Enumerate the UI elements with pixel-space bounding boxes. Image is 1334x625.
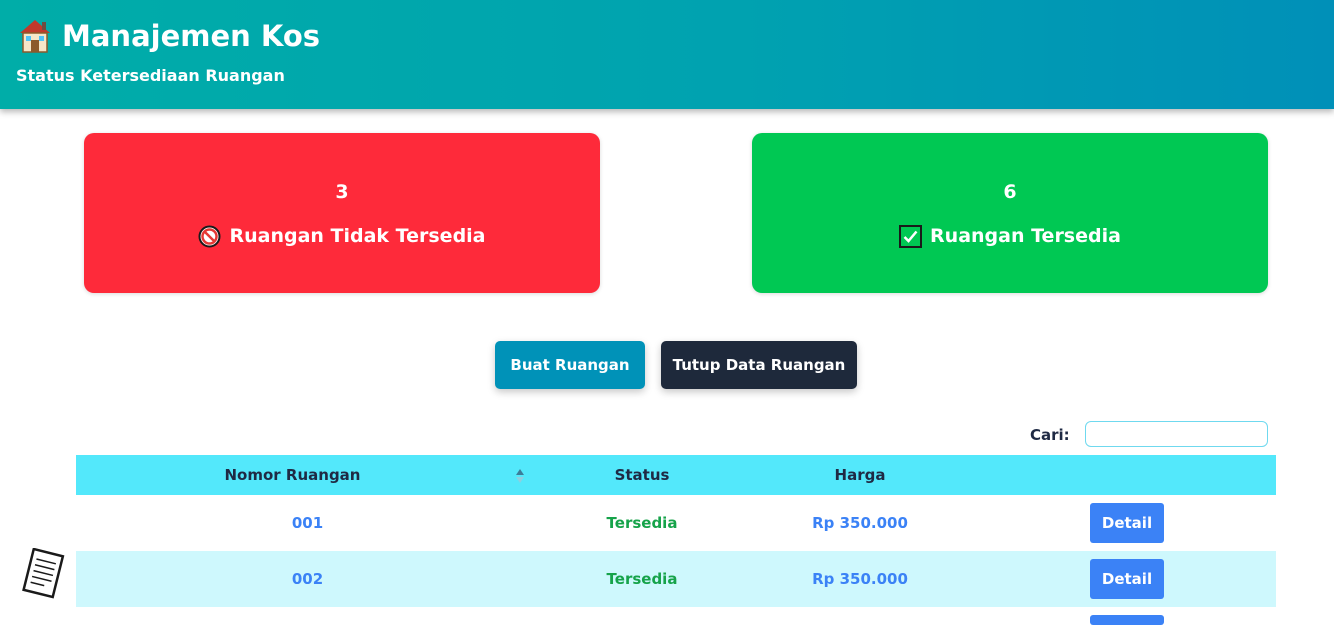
house-icon [20, 20, 50, 53]
search-label: Cari: [1030, 426, 1070, 444]
detail-button-partial[interactable] [1090, 615, 1164, 625]
column-header-nomor[interactable]: Nomor Ruangan [180, 455, 405, 495]
table-header: Nomor Ruangan Status Harga [76, 455, 1276, 495]
room-status: Tersedia [606, 570, 678, 588]
room-number: 001 [291, 514, 324, 532]
table-row: 001 Tersedia Rp 350.000 Detail [76, 495, 1276, 551]
sort-icon[interactable] [515, 467, 525, 485]
unavailable-label: Ruangan Tidak Tersedia [229, 225, 486, 247]
table-row: 002 Tersedia Rp 350.000 Detail [76, 551, 1276, 607]
unavailable-label-row: Ruangan Tidak Tersedia [84, 224, 600, 248]
search-input[interactable] [1085, 421, 1268, 447]
room-price: Rp 350.000 [812, 514, 908, 532]
column-header-status[interactable]: Status [572, 455, 712, 495]
detail-button[interactable]: Detail [1090, 503, 1164, 543]
available-count: 6 [1003, 181, 1017, 203]
available-label-row: Ruangan Tersedia [752, 224, 1268, 248]
page-title: Manajemen Kos [62, 19, 321, 53]
room-number: 002 [291, 570, 324, 588]
detail-button[interactable]: Detail [1090, 559, 1164, 599]
room-price: Rp 350.000 [812, 570, 908, 588]
no-entry-icon [198, 225, 221, 247]
page-subtitle: Status Ketersediaan Ruangan [16, 66, 285, 85]
close-room-data-button[interactable]: Tutup Data Ruangan [661, 341, 857, 389]
rooms-table: Nomor Ruangan Status Harga 001 Tersedia … [76, 455, 1276, 607]
unavailable-count: 3 [335, 181, 349, 203]
column-header-harga[interactable]: Harga [790, 455, 930, 495]
document-icon[interactable] [20, 548, 66, 600]
available-label: Ruangan Tersedia [930, 225, 1121, 247]
create-room-button[interactable]: Buat Ruangan [495, 341, 645, 389]
available-rooms-card: 6 Ruangan Tersedia [752, 133, 1268, 293]
unavailable-rooms-card: 3 Ruangan Tidak Tersedia [84, 133, 600, 293]
app-header: Manajemen Kos Status Ketersediaan Ruanga… [0, 0, 1334, 109]
room-status: Tersedia [606, 514, 678, 532]
check-box-icon [899, 224, 923, 248]
